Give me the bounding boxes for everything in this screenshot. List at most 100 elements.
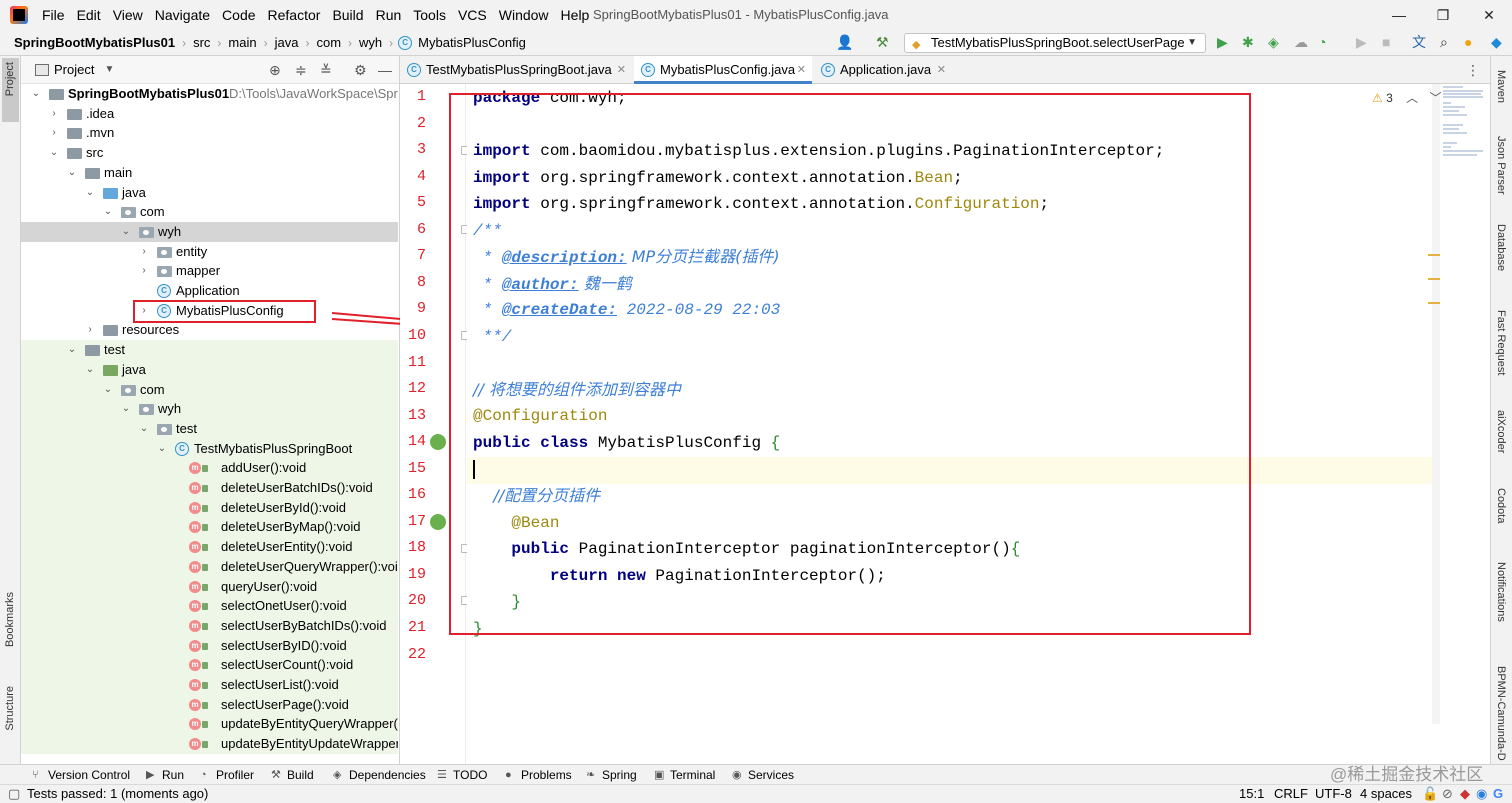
tool-version-control[interactable]: ⑂ Version Control — [30, 765, 130, 785]
breadcrumb-java[interactable]: java — [273, 35, 301, 50]
chrome-icon[interactable]: ◉ — [1476, 785, 1487, 803]
tree-item[interactable]: m deleteUserQueryWrapper():void — [21, 557, 398, 577]
menu-help[interactable]: Help — [555, 0, 596, 30]
tree-item[interactable]: › mapper — [21, 261, 398, 281]
tab-application[interactable]: C Application.java ✕ — [814, 56, 952, 84]
editor-scrollbar[interactable] — [1432, 84, 1440, 724]
chevron-down-icon[interactable]: ⌄ — [67, 340, 77, 360]
chevron-down-icon[interactable]: ⌄ — [139, 419, 149, 439]
update-icon[interactable]: ● — [1464, 35, 1472, 49]
tree-item[interactable]: m deleteUserById():void — [21, 498, 398, 518]
breadcrumb-src[interactable]: src — [191, 35, 212, 50]
chevron-right-icon[interactable]: › — [85, 320, 95, 340]
tree-item[interactable]: ⌄ test — [21, 419, 398, 439]
tree-item[interactable]: › entity — [21, 242, 398, 262]
menu-edit[interactable]: Edit — [71, 0, 107, 30]
close-window-button[interactable]: ✕ — [1466, 0, 1512, 30]
tree-item[interactable]: m deleteUserEntity():void — [21, 537, 398, 557]
run-more-icon[interactable]: ◔ — [1318, 35, 1326, 49]
chevron-down-icon[interactable]: ⌄ — [49, 143, 59, 163]
build-hammer-icon[interactable]: ⚒ — [876, 35, 889, 49]
stripe-bookmarks[interactable]: Bookmarks — [4, 592, 16, 647]
tree-item[interactable]: ⌄ wyh — [21, 399, 398, 419]
coverage-icon[interactable]: ◈ — [1268, 35, 1279, 49]
chevron-down-icon[interactable]: ⌄ — [157, 439, 167, 459]
stripe-codota[interactable]: Codota — [1495, 488, 1507, 523]
tree-item[interactable]: ⌄ java — [21, 183, 398, 203]
tree-item[interactable]: m updateByEntityQueryWrapper() — [21, 714, 398, 734]
plugin-status-icon[interactable]: ◆ — [1460, 785, 1470, 803]
spring-config-gutter-icon[interactable] — [430, 434, 446, 450]
stripe-notifications[interactable]: Notifications — [1495, 562, 1507, 622]
menu-run[interactable]: Run — [370, 0, 408, 30]
code-minimap[interactable] — [1441, 86, 1489, 176]
stripe-json-parser[interactable]: Json Parser — [1495, 136, 1507, 195]
close-tab-icon[interactable]: ✕ — [797, 56, 806, 84]
tree-item[interactable]: m updateByEntityUpdateWrapper — [21, 734, 398, 754]
lock-icon[interactable]: 🔓 — [1422, 785, 1438, 803]
menu-code[interactable]: Code — [216, 0, 261, 30]
stripe-fast-request[interactable]: Fast Request — [1495, 310, 1507, 375]
tree-item[interactable]: › .idea — [21, 104, 398, 124]
memory-icon[interactable]: ⊘ — [1442, 785, 1453, 803]
tool-run[interactable]: ▶ Run — [144, 765, 184, 785]
breadcrumb-com[interactable]: com — [314, 35, 343, 50]
caret-position[interactable]: 15:1 — [1239, 785, 1264, 803]
line-separator[interactable]: CRLF — [1274, 785, 1308, 803]
stripe-database[interactable]: Database — [1495, 224, 1507, 271]
stripe-bpmn-camunda[interactable]: BPMN-Camunda-D — [1495, 666, 1507, 761]
chevron-down-icon[interactable]: ⌄ — [103, 380, 113, 400]
stop-icon[interactable]: ■ — [1382, 35, 1390, 49]
chevron-right-icon[interactable]: › — [49, 123, 59, 143]
expand-all-icon[interactable]: ≑ — [295, 62, 307, 79]
stripe-maven[interactable]: Maven — [1495, 70, 1507, 103]
chevron-down-icon[interactable]: ▼ — [104, 64, 114, 75]
close-tab-icon[interactable]: ✕ — [617, 56, 626, 84]
breadcrumb-project[interactable]: SpringBootMybatisPlus01 — [12, 35, 177, 50]
chevron-up-icon[interactable]: ︿ — [1406, 91, 1418, 105]
chevron-right-icon[interactable]: › — [49, 104, 59, 124]
tree-item[interactable]: ⌄ main — [21, 163, 398, 183]
tool-problems[interactable]: ● Problems — [503, 765, 572, 785]
tree-item[interactable]: ⌄ wyh — [21, 222, 398, 242]
chevron-down-icon[interactable]: ⌄ — [121, 222, 131, 242]
profile-icon[interactable]: ☁ — [1294, 35, 1308, 49]
chevron-down-icon[interactable]: ⌄ — [103, 202, 113, 222]
chevron-right-icon[interactable]: › — [139, 242, 149, 262]
run-icon[interactable]: ▶ — [1217, 35, 1228, 49]
more-tabs-icon[interactable]: ⋮ — [1466, 62, 1480, 79]
tree-item[interactable]: m selectUserPage():void — [21, 695, 398, 715]
settings-gear-icon[interactable]: ⚙ — [354, 62, 367, 79]
close-tab-icon[interactable]: ✕ — [937, 56, 946, 84]
chevron-down-icon[interactable]: ⌄ — [85, 360, 95, 380]
tree-item[interactable]: ⌄ com — [21, 202, 398, 222]
spring-bean-gutter-icon[interactable] — [430, 514, 446, 530]
stripe-structure[interactable]: Structure — [4, 686, 16, 731]
tree-item[interactable]: ⌄ src — [21, 143, 398, 163]
status-message[interactable]: Tests passed: 1 (moments ago) — [27, 785, 208, 803]
indent-setting[interactable]: 4 spaces — [1360, 785, 1412, 803]
menu-view[interactable]: View — [107, 0, 149, 30]
file-encoding[interactable]: UTF-8 — [1315, 785, 1352, 803]
hide-panel-icon[interactable]: — — [378, 62, 392, 78]
translate-icon[interactable]: 文 — [1412, 35, 1426, 49]
tree-item[interactable]: C Application — [21, 281, 398, 301]
tool-profiler[interactable]: ◔ Profiler — [198, 765, 254, 785]
chevron-down-icon[interactable]: ﹀ — [1430, 91, 1442, 105]
menu-vcs[interactable]: VCS — [452, 0, 493, 30]
plugin-icon[interactable]: ◆ — [1491, 35, 1502, 49]
project-panel-title[interactable]: Project — [54, 62, 94, 77]
rerun-icon[interactable]: ▶ — [1356, 35, 1367, 49]
chevron-down-icon[interactable]: ⌄ — [121, 399, 131, 419]
tool-spring[interactable]: ❧ Spring — [584, 765, 637, 785]
breadcrumb-main[interactable]: main — [226, 35, 258, 50]
stripe-aixcoder[interactable]: aiXcoder — [1495, 410, 1507, 453]
tool-services[interactable]: ◉ Services — [730, 765, 794, 785]
tree-item[interactable]: m selectOnetUser():void — [21, 596, 398, 616]
tab-mybatisplusconfig[interactable]: C MybatisPlusConfig.java ✕ — [634, 56, 812, 84]
tree-item[interactable]: ⌄ test — [21, 340, 398, 360]
chevron-down-icon[interactable]: ⌄ — [67, 163, 77, 183]
minimize-button[interactable]: — — [1376, 0, 1422, 30]
user-account-icon[interactable]: 👤 — [836, 35, 853, 49]
menu-tools[interactable]: Tools — [407, 0, 452, 30]
